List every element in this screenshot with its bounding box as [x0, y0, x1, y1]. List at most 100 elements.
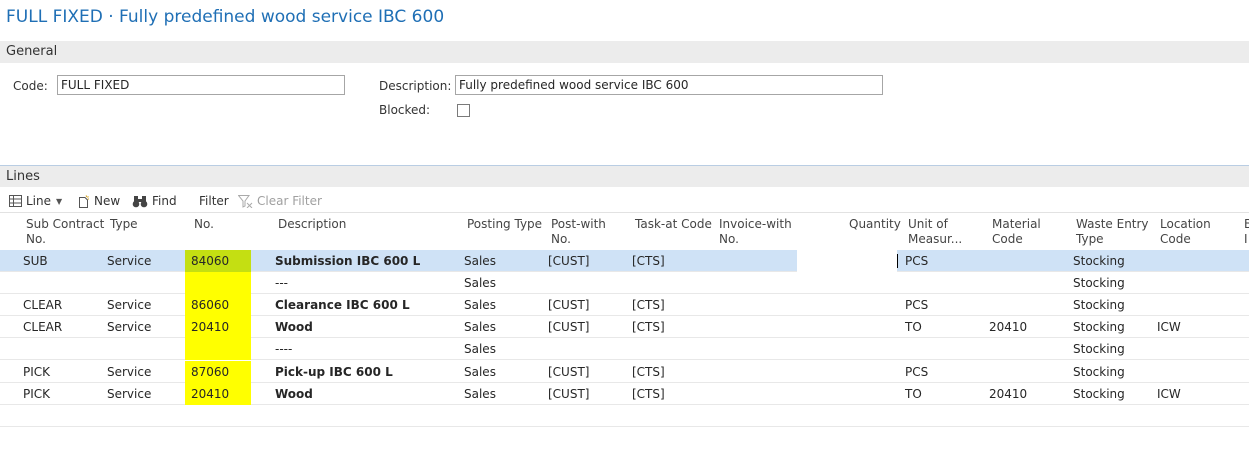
code-input[interactable]: FULL FIXED	[57, 75, 345, 95]
find-button[interactable]: Find	[132, 194, 177, 208]
cell-type: Service	[107, 254, 152, 268]
table-row[interactable]: CLEAR Service 86060 Clearance IBC 600 L …	[0, 294, 1249, 316]
cell-description: Submission IBC 600 L	[275, 254, 421, 268]
table-row[interactable]: ---- Sales Stocking	[0, 338, 1249, 360]
cell-no: 86060	[191, 298, 230, 312]
table-row[interactable]: SUB Service 84060 Submission IBC 600 L S…	[0, 250, 1249, 272]
blocked-checkbox[interactable]	[457, 104, 470, 117]
cell-waste-type: Stocking	[1073, 342, 1125, 356]
cell-task-at: [CTS]	[632, 387, 665, 401]
cell-waste-type: Stocking	[1073, 276, 1125, 290]
cell-location: ICW	[1157, 387, 1181, 401]
cell-sub-contract: PICK	[23, 387, 51, 401]
cell-posting-type: Sales	[464, 342, 496, 356]
new-label: New	[94, 194, 121, 208]
cell-no: 84060	[191, 254, 230, 268]
cell-sub-contract: CLEAR	[23, 298, 63, 312]
cell-unit: PCS	[905, 298, 929, 312]
clear-filter-icon	[238, 194, 253, 208]
lines-toolbar: Line ▼ New Find Filter Clear Filter	[0, 190, 1249, 212]
cell-task-at: [CTS]	[632, 254, 665, 268]
table-row[interactable]: PICK Service 87060 Pick-up IBC 600 L Sal…	[0, 361, 1249, 383]
header-task-at-code[interactable]: Task-at Code	[635, 217, 712, 232]
cell-posting-type: Sales	[464, 254, 496, 268]
cell-no: 87060	[191, 365, 230, 379]
quantity-cell-active[interactable]	[797, 250, 897, 272]
table-row[interactable]: CLEAR Service 20410 Wood Sales [CUST] [C…	[0, 316, 1249, 338]
grid-divider	[0, 212, 1249, 213]
cell-no: 20410	[191, 387, 230, 401]
general-section-header[interactable]: General	[0, 41, 1249, 63]
new-document-icon	[79, 194, 89, 208]
table-row-empty[interactable]	[0, 405, 1249, 427]
code-label: Code:	[13, 79, 48, 93]
line-menu-label: Line	[26, 194, 52, 208]
new-button[interactable]: New	[77, 194, 120, 208]
cell-description: Wood	[275, 320, 313, 334]
cell-sub-contract: CLEAR	[23, 320, 63, 334]
cell-post-with: [CUST]	[548, 365, 590, 379]
cell-type: Service	[107, 320, 152, 334]
find-label: Find	[152, 194, 177, 208]
chevron-down-icon: ▼	[56, 196, 63, 206]
line-menu-button[interactable]: Line ▼	[9, 194, 62, 208]
clear-filter-label: Clear Filter	[257, 194, 322, 208]
cell-unit: TO	[905, 320, 922, 334]
cell-type: Service	[107, 298, 152, 312]
cell-waste-type: Stocking	[1073, 254, 1125, 268]
table-row[interactable]: --- Sales Stocking	[0, 272, 1249, 294]
cell-posting-type: Sales	[464, 365, 496, 379]
cell-no: 20410	[191, 320, 230, 334]
cell-sub-contract: PICK	[23, 365, 51, 379]
header-post-with-no[interactable]: Post-with No.	[551, 217, 606, 247]
cell-description: ----	[275, 342, 293, 356]
cell-waste-type: Stocking	[1073, 365, 1125, 379]
cell-description: ---	[275, 276, 288, 290]
grid-icon	[9, 195, 22, 207]
cell-task-at: [CTS]	[632, 320, 665, 334]
no-highlight	[185, 272, 251, 294]
cell-material: 20410	[989, 320, 1028, 334]
header-location-code[interactable]: Location Code	[1160, 217, 1211, 247]
cell-waste-type: Stocking	[1073, 298, 1125, 312]
cell-waste-type: Stocking	[1073, 320, 1125, 334]
blocked-label: Blocked:	[379, 103, 431, 117]
header-unit-of-measure[interactable]: Unit of Measur...	[908, 217, 962, 247]
cell-type: Service	[107, 387, 152, 401]
cell-post-with: [CUST]	[548, 320, 590, 334]
cell-unit: PCS	[905, 365, 929, 379]
description-input[interactable]: Fully predefined wood service IBC 600	[455, 75, 883, 95]
cell-location: ICW	[1157, 320, 1181, 334]
cell-unit: TO	[905, 387, 922, 401]
clear-filter-button[interactable]: Clear Filter	[238, 194, 322, 208]
cell-description: Clearance IBC 600 L	[275, 298, 410, 312]
header-no[interactable]: No.	[194, 217, 214, 232]
cell-post-with: [CUST]	[548, 298, 590, 312]
header-truncated[interactable]: BI	[1244, 217, 1249, 247]
cell-posting-type: Sales	[464, 298, 496, 312]
description-label: Description:	[379, 79, 452, 93]
cell-post-with: [CUST]	[548, 254, 590, 268]
table-row[interactable]: PICK Service 20410 Wood Sales [CUST] [CT…	[0, 383, 1249, 405]
header-invoice-with-no[interactable]: Invoice-with No.	[719, 217, 792, 247]
cell-description: Wood	[275, 387, 313, 401]
cell-type: Service	[107, 365, 152, 379]
header-quantity[interactable]: Quantity	[849, 217, 901, 232]
header-type[interactable]: Type	[110, 217, 138, 232]
text-caret	[897, 254, 898, 268]
cell-post-with: [CUST]	[548, 387, 590, 401]
cell-waste-type: Stocking	[1073, 387, 1125, 401]
cell-task-at: [CTS]	[632, 365, 665, 379]
lines-section-header[interactable]: Lines	[0, 165, 1249, 187]
header-posting-type[interactable]: Posting Type	[467, 217, 542, 232]
header-waste-entry-type[interactable]: Waste Entry Type	[1076, 217, 1149, 247]
header-description[interactable]: Description	[278, 217, 346, 232]
cell-sub-contract: SUB	[23, 254, 48, 268]
header-sub-contract-no[interactable]: Sub Contract No.	[26, 217, 104, 247]
cell-material: 20410	[989, 387, 1028, 401]
page-title: FULL FIXED · Fully predefined wood servi…	[6, 7, 445, 27]
binoculars-icon	[132, 195, 148, 207]
filter-button[interactable]: Filter	[199, 194, 229, 208]
no-highlight	[185, 338, 251, 360]
header-material-code[interactable]: Material Code	[992, 217, 1041, 247]
